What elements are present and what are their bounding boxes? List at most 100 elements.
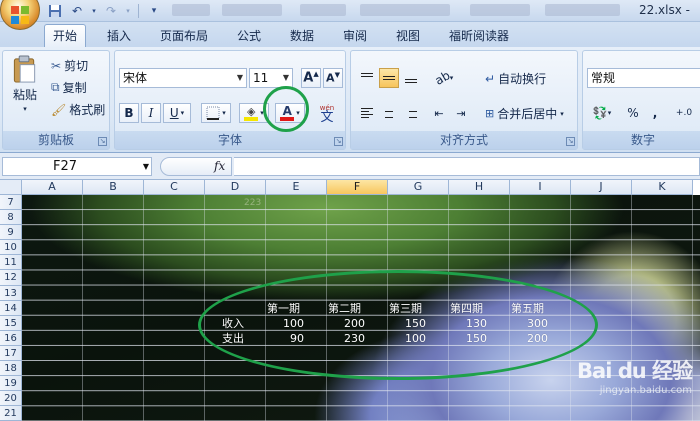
row-header[interactable]: 15 (0, 315, 22, 331)
increase-indent-button[interactable]: ⇥ (451, 103, 471, 123)
dialog-launcher-icon[interactable]: ↘ (334, 137, 343, 146)
format-painter-button[interactable]: 🖌 格式刷 (51, 101, 105, 118)
name-box[interactable]: F27 ▼ (2, 157, 152, 176)
column-header-d[interactable]: D (205, 180, 266, 195)
font-name-select[interactable]: 宋体 ▼ (119, 68, 247, 88)
copy-button[interactable]: ⧉ 复制 (51, 79, 87, 96)
row-header[interactable]: 12 (0, 270, 22, 286)
tab-view[interactable]: 视图 (388, 26, 428, 47)
table-header[interactable]: 第三期 (389, 301, 422, 316)
number-format-select[interactable]: 常规 (587, 68, 700, 88)
dialog-launcher-icon[interactable]: ↘ (566, 137, 575, 146)
table-cell[interactable]: 100 (384, 331, 426, 346)
row-header[interactable]: 8 (0, 210, 22, 226)
table-cell[interactable]: 90 (262, 331, 304, 346)
column-header-f[interactable]: F (327, 180, 388, 195)
table-cell[interactable]: 230 (323, 331, 365, 346)
table-cell[interactable]: 150 (384, 316, 426, 331)
worksheet: A B C D E F G H I J K 7 8 9 10 11 12 13 … (0, 180, 700, 421)
percent-style-button[interactable]: % (623, 103, 643, 123)
table-header[interactable]: 第四期 (450, 301, 483, 316)
table-cell[interactable]: 150 (445, 331, 487, 346)
align-middle-button[interactable] (379, 68, 399, 88)
paste-button[interactable]: 粘贴 ▾ (7, 55, 43, 113)
column-header-c[interactable]: C (144, 180, 205, 195)
row-label-income[interactable]: 收入 (222, 316, 244, 331)
row-header[interactable]: 10 (0, 240, 22, 256)
tab-foxit-reader[interactable]: 福昕阅读器 (441, 26, 517, 47)
accounting-format-button[interactable]: 💱 ▾ (587, 103, 617, 123)
table-cell[interactable]: 200 (506, 331, 548, 346)
column-header-i[interactable]: I (510, 180, 571, 195)
tab-review[interactable]: 审阅 (335, 26, 375, 47)
align-center-button[interactable] (379, 103, 399, 123)
wrap-text-button[interactable]: ↵ 自动换行 (485, 70, 546, 87)
tab-insert[interactable]: 插入 (99, 26, 139, 47)
undo-icon[interactable]: ↶ (68, 3, 86, 19)
row-header[interactable]: 13 (0, 285, 22, 301)
row-header[interactable]: 11 (0, 255, 22, 271)
row-header[interactable]: 18 (0, 361, 22, 377)
dialog-launcher-icon[interactable]: ↘ (98, 137, 107, 146)
decrease-indent-button[interactable]: ⇤ (429, 103, 449, 123)
cut-button[interactable]: ✂ 剪切 (51, 57, 88, 74)
column-header-j[interactable]: J (571, 180, 632, 195)
row-label-expense[interactable]: 支出 (222, 331, 244, 346)
formula-input[interactable] (234, 157, 700, 176)
redo-icon[interactable]: ↷ (102, 3, 120, 19)
column-header-g[interactable]: G (388, 180, 449, 195)
merge-center-button[interactable]: ⊞ 合并后居中 ▾ (485, 105, 564, 122)
align-left-button[interactable] (357, 103, 377, 123)
row-header[interactable]: 9 (0, 225, 22, 241)
grow-font-button[interactable]: A▲ (301, 68, 321, 88)
font-color-button[interactable]: A ▾ (275, 103, 305, 123)
tab-formulas[interactable]: 公式 (229, 26, 269, 47)
comma-style-button[interactable]: , (645, 103, 665, 123)
row-header[interactable]: 7 (0, 195, 22, 211)
column-header-e[interactable]: E (266, 180, 327, 195)
font-size-select[interactable]: 11 ▼ (249, 68, 293, 88)
tab-data[interactable]: 数据 (282, 26, 322, 47)
quick-access-toolbar: ↶ ▾ ↷ ▾ ▾ (46, 3, 163, 19)
table-cell[interactable]: 100 (262, 316, 304, 331)
bold-button[interactable]: B (119, 103, 139, 123)
row-header[interactable]: 20 (0, 391, 22, 407)
customize-icon[interactable]: ▾ (145, 3, 163, 19)
save-icon[interactable] (46, 3, 64, 19)
redo-dropdown-icon[interactable]: ▾ (124, 3, 132, 19)
table-cell[interactable]: 200 (323, 316, 365, 331)
tab-page-layout[interactable]: 页面布局 (152, 26, 216, 47)
table-header[interactable]: 第二期 (328, 301, 361, 316)
column-header-b[interactable]: B (83, 180, 144, 195)
column-header-k[interactable]: K (632, 180, 693, 195)
shrink-font-button[interactable]: A▼ (323, 68, 343, 88)
table-header[interactable]: 第五期 (511, 301, 544, 316)
align-top-button[interactable] (357, 68, 377, 88)
undo-dropdown-icon[interactable]: ▾ (90, 3, 98, 19)
orientation-button[interactable]: ab ▾ (429, 68, 459, 88)
paste-icon (13, 55, 36, 83)
increase-decimal-button[interactable]: +.0 (669, 103, 699, 123)
row-header[interactable]: 16 (0, 330, 22, 346)
italic-button[interactable]: I (141, 103, 161, 123)
fill-color-button[interactable]: ◈ ▾ (239, 103, 269, 123)
font-color-letter: A (282, 104, 292, 118)
row-header[interactable]: 21 (0, 406, 22, 421)
align-right-button[interactable] (401, 103, 421, 123)
underline-button[interactable]: U ▾ (163, 103, 191, 123)
table-cell[interactable]: 300 (506, 316, 548, 331)
tab-home[interactable]: 开始 (44, 24, 87, 48)
table-header[interactable]: 第一期 (267, 301, 300, 316)
column-header-a[interactable]: A (22, 180, 83, 195)
column-header-h[interactable]: H (449, 180, 510, 195)
row-header[interactable]: 17 (0, 345, 22, 362)
align-bottom-button[interactable] (401, 68, 421, 88)
phonetic-guide-button[interactable]: wén 文 (311, 100, 343, 126)
borders-button[interactable]: ▾ (201, 103, 231, 123)
row-header[interactable]: 19 (0, 376, 22, 392)
table-cell[interactable]: 130 (445, 316, 487, 331)
row-header[interactable]: 14 (0, 300, 22, 316)
insert-function-button[interactable]: fx (214, 159, 225, 173)
format-painter-label: 格式刷 (69, 103, 106, 117)
select-all-corner[interactable] (0, 180, 22, 195)
